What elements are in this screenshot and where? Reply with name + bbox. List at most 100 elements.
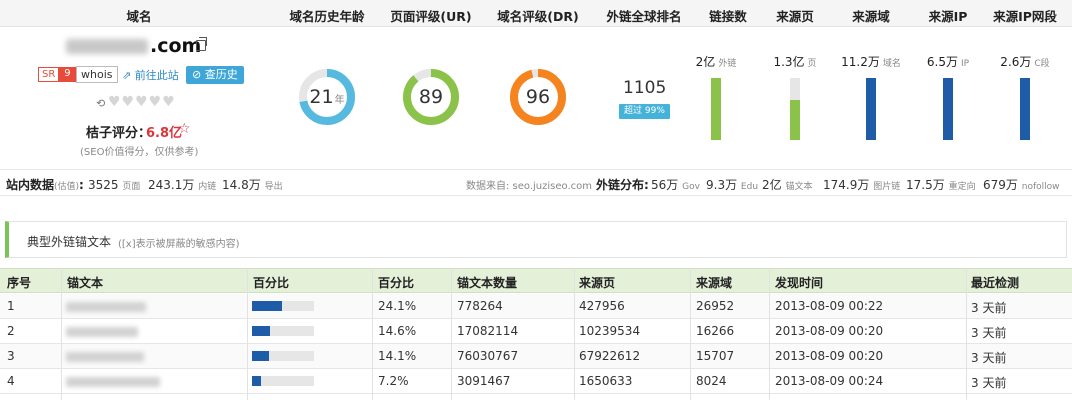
cell-index: 2 xyxy=(7,324,15,338)
age-unit: 年 xyxy=(334,95,345,106)
cell-index: 3 xyxy=(7,349,15,363)
col-src-domains: 来源域 xyxy=(852,9,890,24)
cell-src-pages: 427956 xyxy=(579,299,625,313)
cell-last-check: 3 天前 xyxy=(971,376,1007,390)
col-src-pages: 来源页 xyxy=(776,9,814,24)
anchor-text-blurred[interactable] xyxy=(66,377,160,387)
global-rank-value: 1105 xyxy=(623,78,667,98)
site-data: 站内数据(估值): 3525 页面 xyxy=(6,178,141,192)
anchor-text-blurred[interactable] xyxy=(66,327,138,337)
ur-value: 89 xyxy=(418,86,444,108)
table-row: 1 24.1% 778264 427956 26952 2013-08-09 00:22 3… xyxy=(0,294,1072,319)
col-divider xyxy=(966,268,967,400)
data-source: 数据来自: seo.juziseo.com xyxy=(466,181,593,192)
th-anchor: 锚文本 xyxy=(67,276,104,290)
juzi-score-note: (SEO价值得分，仅供参考) xyxy=(80,147,199,158)
dist-gov: 56万 Gov xyxy=(651,178,700,192)
percent-bar-fill xyxy=(252,376,261,386)
anchor-text-section: 典型外链锚文本 ([x]表示被屏蔽的敏感内容) xyxy=(5,221,1067,258)
col-domain: 域名 xyxy=(126,9,152,24)
copy-icon[interactable] xyxy=(196,37,207,51)
cell-found-time: 2013-08-09 00:20 xyxy=(775,324,884,338)
th-src-pages: 来源页 xyxy=(579,276,616,290)
metric-bar xyxy=(866,78,876,140)
metric-bar xyxy=(790,78,800,140)
col-ur: 页面评级(UR) xyxy=(390,9,472,24)
sr-badge: SR 9 xyxy=(38,67,76,82)
cell-src-domains: 26952 xyxy=(696,299,735,313)
visit-site-link[interactable]: ⇗ 前往此站 xyxy=(122,67,179,83)
cell-last-check: 3 天前 xyxy=(971,301,1007,315)
cell-src-pages: 10239534 xyxy=(579,324,641,338)
metric-value: 6.5万 IP xyxy=(926,55,970,69)
col-src-ip: 来源IP xyxy=(928,9,968,24)
history-button[interactable]: ⊘ 查历史 xyxy=(186,66,244,84)
th-percent-bar: 百分比 xyxy=(253,276,290,290)
cell-src-domains: 16266 xyxy=(696,324,735,338)
cell-anchor-count: 76030767 xyxy=(457,349,519,363)
th-index: 序号 xyxy=(7,276,32,290)
refresh-icon[interactable]: ⟲ xyxy=(96,97,105,110)
metric-bar-fill xyxy=(943,78,953,140)
col-divider xyxy=(61,268,62,400)
link-icon: ⊘ xyxy=(192,68,202,81)
cell-percent: 14.1% xyxy=(378,349,417,363)
metric-bar-fill xyxy=(866,78,876,140)
percent-bar-fill xyxy=(252,301,282,311)
metric-value: 11.2万 域名 xyxy=(841,55,901,69)
percent-bar xyxy=(252,351,314,361)
global-rank-badge: 超过 99% xyxy=(619,104,670,119)
th-anchor-count: 锚文本数量 xyxy=(457,276,518,290)
metric-bar-fill xyxy=(1020,78,1030,140)
age-value: 21 xyxy=(309,86,334,108)
th-found-time: 发现时间 xyxy=(775,276,824,290)
col-links: 链接数 xyxy=(709,9,747,24)
cell-percent: 7.2% xyxy=(378,374,409,388)
percent-bar xyxy=(252,326,314,336)
stats-line: 站内数据(估值): 3525 页面 243.1万 内链 14.8万 导出 数据来… xyxy=(0,169,1072,196)
percent-bar-fill xyxy=(252,326,271,336)
col-divider xyxy=(574,268,575,400)
dist-edu: 9.3万 Edu xyxy=(706,178,759,192)
metric-bar-fill xyxy=(711,78,721,140)
ur-ring: 89 xyxy=(402,68,460,126)
cell-index: 1 xyxy=(7,299,15,313)
metric-value: 2亿 外链 xyxy=(695,55,737,69)
col-divider xyxy=(690,268,691,400)
export-links: 14.8万 导出 xyxy=(222,178,283,192)
th-percent: 百分比 xyxy=(378,276,415,290)
metric-bar xyxy=(1020,78,1030,140)
col-divider xyxy=(247,268,248,400)
percent-bar-fill xyxy=(252,351,270,361)
dist-image: 174.9万 图片链 xyxy=(823,178,901,192)
cell-anchor-count: 3091467 xyxy=(457,374,511,388)
cell-found-time: 2013-08-09 00:22 xyxy=(775,299,884,313)
metric-bar-fill xyxy=(790,99,800,140)
dist-label: 外链分布: xyxy=(596,178,649,192)
domain-blurred xyxy=(66,39,148,54)
metric-bar xyxy=(711,78,721,140)
whois-button[interactable]: whois xyxy=(76,66,118,83)
cell-src-pages: 1650633 xyxy=(579,374,633,388)
table-row: 3 14.1% 76030767 67922612 15707 2013-08-09 00… xyxy=(0,344,1072,369)
col-rank: 外链全球排名 xyxy=(606,9,682,24)
inner-links: 243.1万 内链 xyxy=(148,178,217,192)
rating-hearts: ♥♥♥♥♥ xyxy=(108,94,176,110)
percent-bar xyxy=(252,376,314,386)
summary-header: 域名 域名历史年龄 页面评级(UR) 域名评级(DR) 外链全球排名 链接数 来… xyxy=(0,0,1072,27)
col-divider xyxy=(769,268,770,400)
cell-index: 4 xyxy=(7,374,15,388)
cell-found-time: 2013-08-09 00:24 xyxy=(775,374,884,388)
anchor-text-blurred[interactable] xyxy=(66,352,144,362)
dr-value: 96 xyxy=(525,86,551,108)
anchor-text-blurred[interactable] xyxy=(66,302,146,312)
dist-anchor: 2亿 锚文本 xyxy=(762,178,813,192)
cell-anchor-count: 17082114 xyxy=(457,324,519,338)
section-title: 典型外链锚文本 xyxy=(27,235,112,249)
anchor-table-header: 序号 锚文本 百分比 百分比 锚文本数量 来源页 来源域 发现时间 最近检测 xyxy=(0,268,1072,293)
col-divider xyxy=(372,268,373,400)
metric-value: 2.6万 C段 xyxy=(1000,55,1050,69)
cell-src-pages: 67922612 xyxy=(579,349,641,363)
cell-found-time: 2013-08-09 00:20 xyxy=(775,349,884,363)
star-icon[interactable]: ☆ xyxy=(178,121,191,137)
